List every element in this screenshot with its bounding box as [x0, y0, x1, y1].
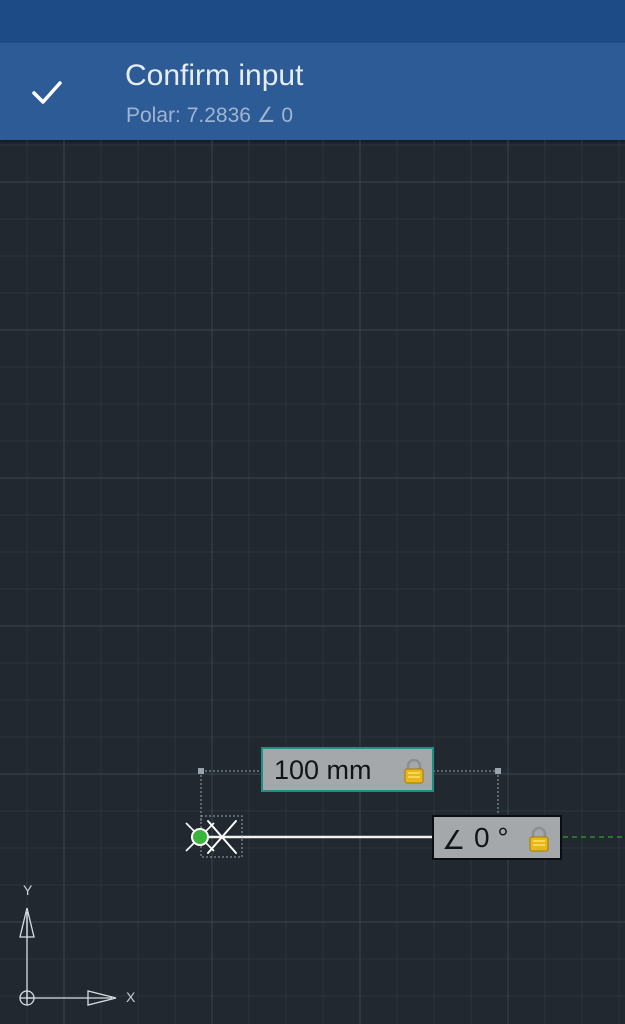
ucs-y-label: Y	[23, 882, 33, 898]
drawing-canvas[interactable]	[0, 140, 625, 1024]
confirm-input-bar[interactable]: Confirm input Polar: 7.2836 ∠ 0	[0, 43, 625, 140]
grid	[0, 140, 625, 1024]
snap-point-icon	[191, 828, 209, 846]
checkmark-icon[interactable]	[22, 69, 76, 115]
angle-symbol: ∠	[442, 825, 466, 855]
angle-input-field[interactable]: ∠ 0 °	[432, 815, 562, 860]
ucs-axes-icon	[19, 907, 117, 1006]
distance-value: 100 mm	[274, 755, 372, 785]
polar-coordinate-readout: Polar: 7.2836 ∠ 0	[126, 104, 294, 127]
confirm-input-title: Confirm input	[125, 59, 304, 92]
padlock-icon[interactable]	[528, 826, 550, 852]
padlock-icon[interactable]	[403, 758, 425, 784]
distance-input-field[interactable]: 100 mm	[261, 747, 434, 792]
angle-value: 0 °	[474, 822, 509, 853]
status-bar	[0, 0, 625, 43]
ucs-x-label: X	[126, 989, 136, 1005]
